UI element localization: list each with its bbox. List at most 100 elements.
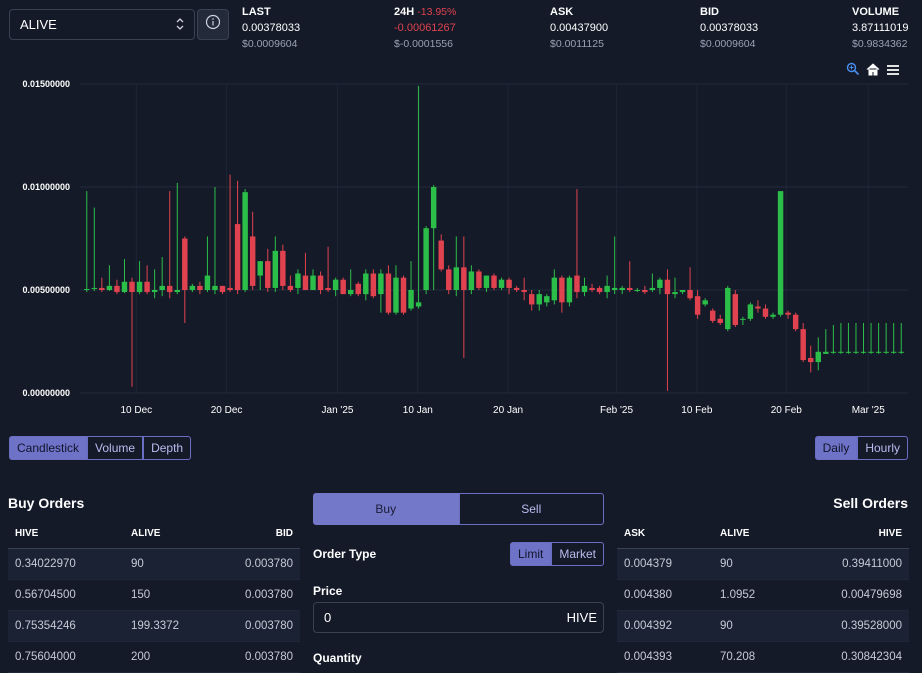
price-input-value[interactable]: 0 xyxy=(324,610,331,625)
candle-body[interactable] xyxy=(687,290,693,299)
candle-body[interactable] xyxy=(853,351,859,353)
candle-body[interactable] xyxy=(551,277,558,301)
candle-body[interactable] xyxy=(91,287,98,289)
candle-body[interactable] xyxy=(355,283,361,295)
candle-body[interactable] xyxy=(672,292,678,295)
table-row[interactable]: 0.004392 90 0.39528000 xyxy=(617,610,909,642)
candle-body[interactable] xyxy=(536,294,542,305)
candle-body[interactable] xyxy=(430,187,437,229)
candle-body[interactable] xyxy=(770,314,776,317)
candle-body[interactable] xyxy=(619,287,625,290)
candle-body[interactable] xyxy=(167,285,173,293)
candle-body[interactable] xyxy=(483,275,490,288)
candle-body[interactable] xyxy=(634,290,640,291)
candle-body[interactable] xyxy=(212,285,218,290)
candle-body[interactable] xyxy=(596,287,603,293)
candle-body[interactable] xyxy=(189,285,196,290)
tab-buy[interactable]: Buy xyxy=(313,493,459,525)
candle-body[interactable] xyxy=(589,287,595,290)
candle-body[interactable] xyxy=(174,290,180,293)
candle-body[interactable] xyxy=(823,351,829,354)
tab-candlestick[interactable]: Candlestick xyxy=(9,436,88,460)
candle-body[interactable] xyxy=(393,277,399,313)
candle-body[interactable] xyxy=(423,228,429,290)
pair-info-button[interactable] xyxy=(197,9,229,40)
column-header[interactable]: HIVE xyxy=(790,518,909,549)
candle-body[interactable] xyxy=(242,192,248,290)
candle-body[interactable] xyxy=(694,296,701,315)
price-chart[interactable]: 0.01500000 0.01000000 0.00500000 0.00000000… xyxy=(0,58,922,418)
candle-body[interactable] xyxy=(574,275,580,293)
table-row[interactable]: 0.34022970 90 0.003780 xyxy=(8,548,300,580)
tab-hourly[interactable]: Hourly xyxy=(857,436,908,460)
tab-limit[interactable]: Limit xyxy=(510,542,552,566)
candle-body[interactable] xyxy=(280,250,286,286)
candle-body[interactable] xyxy=(875,351,882,353)
candle-body[interactable] xyxy=(461,267,467,290)
candle-body[interactable] xyxy=(581,285,588,293)
candle-body[interactable] xyxy=(287,285,294,290)
zoom-icon[interactable] xyxy=(846,62,860,81)
candle-body[interactable] xyxy=(898,351,904,353)
candle-body[interactable] xyxy=(325,287,331,290)
candle-body[interactable] xyxy=(302,275,309,290)
candle-body[interactable] xyxy=(332,279,339,290)
candle-body[interactable] xyxy=(830,351,837,353)
candle-body[interactable] xyxy=(272,250,279,288)
candle-body[interactable] xyxy=(363,273,369,295)
candle-body[interactable] xyxy=(491,275,497,288)
tab-volume[interactable]: Volume xyxy=(87,436,144,460)
candle-body[interactable] xyxy=(438,240,444,270)
column-header[interactable]: ALIVE xyxy=(124,518,212,549)
candle-body[interactable] xyxy=(136,281,143,293)
candle-body[interactable] xyxy=(204,275,211,290)
candle-body[interactable] xyxy=(521,290,527,293)
candle-body[interactable] xyxy=(732,294,739,326)
candle-body[interactable] xyxy=(468,271,475,290)
candle-body[interactable] xyxy=(762,308,769,317)
table-row[interactable]: 0.004380 1.0952 0.00479698 xyxy=(617,579,909,611)
candle-body[interactable] xyxy=(725,287,731,330)
candle-body[interactable] xyxy=(709,310,716,321)
candle-body[interactable] xyxy=(528,294,535,305)
candle-body[interactable] xyxy=(295,273,301,288)
candle-body[interactable] xyxy=(664,279,671,295)
home-icon[interactable] xyxy=(866,62,880,81)
candle-body[interactable] xyxy=(106,285,113,290)
candle-body[interactable] xyxy=(792,314,799,330)
candle-body[interactable] xyxy=(845,351,852,353)
table-row[interactable]: 0.75354246 199.3372 0.003780 xyxy=(8,610,300,642)
candle-body[interactable] xyxy=(657,279,663,288)
candle-body[interactable] xyxy=(219,285,226,293)
candle-body[interactable] xyxy=(151,290,158,293)
candle-body[interactable] xyxy=(197,285,203,290)
tab-depth[interactable]: Depth xyxy=(143,436,192,460)
candle-body[interactable] xyxy=(129,281,135,293)
candle-body[interactable] xyxy=(385,273,392,313)
candle-body[interactable] xyxy=(717,318,723,323)
candle-body[interactable] xyxy=(883,351,889,353)
column-header[interactable]: ALIVE xyxy=(713,518,791,549)
candle-body[interactable] xyxy=(642,290,648,293)
candle-body[interactable] xyxy=(476,271,482,288)
candle-body[interactable] xyxy=(815,351,821,363)
candle-body[interactable] xyxy=(400,277,407,313)
tab-daily[interactable]: Daily xyxy=(814,436,858,460)
candle-body[interactable] xyxy=(777,191,784,315)
candle-body[interactable] xyxy=(257,261,263,276)
tab-market[interactable]: Market xyxy=(551,542,605,566)
candle-body[interactable] xyxy=(227,287,233,290)
candle-body[interactable] xyxy=(84,288,90,290)
candle-body[interactable] xyxy=(559,277,565,303)
candle-body[interactable] xyxy=(234,224,241,290)
candle-body[interactable] xyxy=(740,318,746,320)
candle-body[interactable] xyxy=(785,312,791,315)
candle-body[interactable] xyxy=(747,304,754,319)
candle-body[interactable] xyxy=(453,267,460,290)
candle-body[interactable] xyxy=(838,351,844,353)
candle-body[interactable] xyxy=(340,279,346,295)
candle-body[interactable] xyxy=(378,273,384,295)
candle-body[interactable] xyxy=(506,279,512,288)
candle-body[interactable] xyxy=(755,306,761,309)
candle-body[interactable] xyxy=(415,302,422,307)
